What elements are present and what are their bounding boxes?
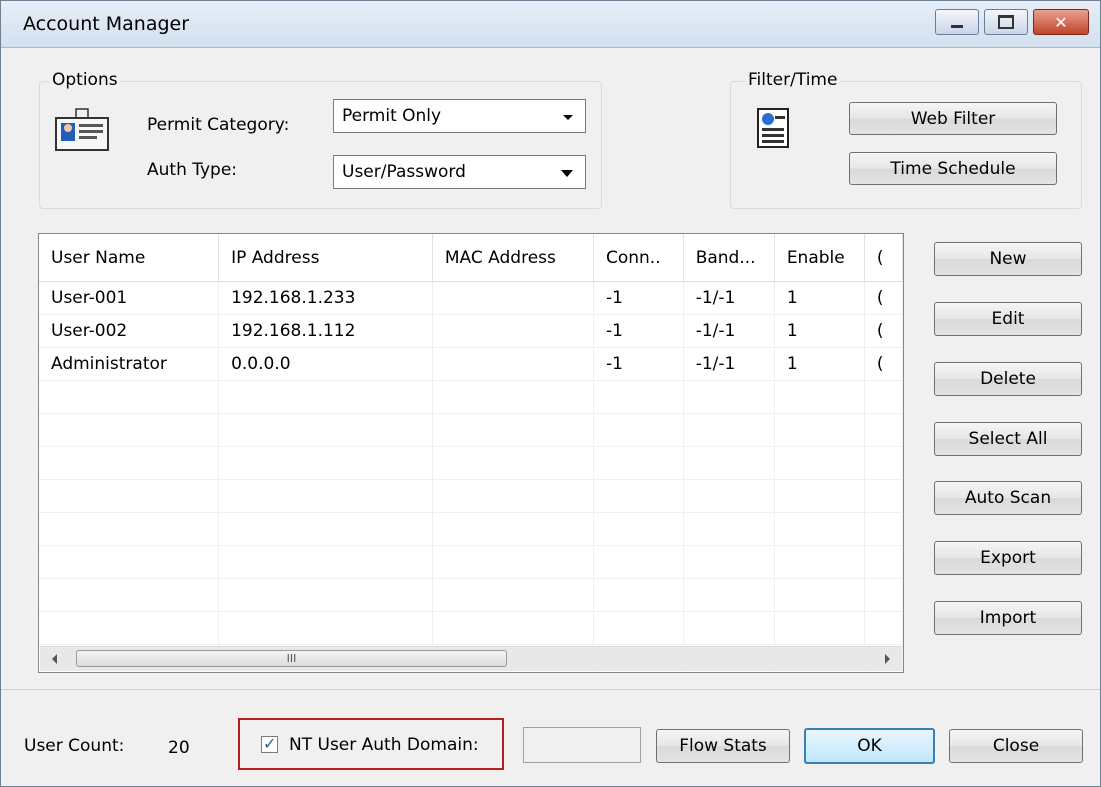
cell-enable: 1 [774,314,865,348]
nt-auth-checkbox[interactable]: ✓ [261,734,278,753]
table-row [39,578,903,612]
permit-category-label: Permit Category: [147,115,290,135]
chevron-down-icon [561,170,573,177]
id-badge-icon [55,108,109,151]
auto-scan-button[interactable]: Auto Scan [934,481,1082,515]
window-title: Account Manager [23,13,190,35]
user-table: User Name IP Address MAC Address Conn.. … [39,234,903,672]
title-bar[interactable]: Account Manager ✕ [1,1,1100,48]
cell-ip-address: 192.168.1.112 [218,314,433,348]
column-header-mac-address[interactable]: MAC Address [432,234,594,282]
table-row [39,413,903,447]
column-header-more[interactable]: ( [864,234,903,282]
column-header-ip-address[interactable]: IP Address [218,234,433,282]
column-header-user-name[interactable]: User Name [39,234,220,282]
user-count-value: 20 [168,738,190,758]
cell-mac-address [432,347,594,381]
table-row [39,611,903,645]
table-row [39,446,903,480]
cell-bandwidth: -1/-1 [683,314,775,348]
table-row[interactable]: Administrator 0.0.0.0 -1 -1/-1 1 ( [39,347,903,381]
checkmark-icon: ✓ [263,734,277,753]
close-icon: ✕ [1054,12,1068,32]
column-header-bandwidth[interactable]: Band... [683,234,775,282]
table-row[interactable]: User-002 192.168.1.112 -1 -1/-1 1 ( [39,314,903,348]
cell-connections: -1 [593,314,684,348]
cell-user-name: User-002 [39,314,220,348]
close-button[interactable]: Close [949,729,1083,763]
cell-ip-address: 0.0.0.0 [218,347,433,381]
web-document-icon [757,108,789,148]
table-row [39,479,903,513]
cell-more: ( [864,281,903,315]
import-button[interactable]: Import [934,601,1082,635]
cell-user-name: Administrator [39,347,220,381]
minimize-icon [936,10,978,34]
cell-more: ( [864,347,903,381]
web-filter-button[interactable]: Web Filter [849,102,1057,135]
nt-domain-input[interactable] [523,727,641,763]
nt-auth-label[interactable]: NT User Auth Domain: [289,735,479,755]
close-window-button[interactable]: ✕ [1033,9,1089,35]
ok-button[interactable]: OK [804,728,935,764]
scrollbar-thumb[interactable]: III [76,650,507,667]
cell-user-name: User-001 [39,281,220,315]
edit-button[interactable]: Edit [934,302,1082,336]
cell-bandwidth: -1/-1 [683,347,775,381]
cell-enable: 1 [774,347,865,381]
auth-type-select[interactable]: User/Password [333,155,586,189]
permit-category-value: Permit Only [342,106,442,126]
table-header-row: User Name IP Address MAC Address Conn.. … [39,234,903,282]
minimize-button[interactable] [935,9,979,35]
table-row [39,545,903,579]
scrollbar-grip: III [286,652,297,665]
footer-separator [1,689,1100,690]
horizontal-scrollbar[interactable]: III [40,646,902,671]
cell-ip-address: 192.168.1.233 [218,281,433,315]
export-button[interactable]: Export [934,541,1082,575]
user-list[interactable]: User Name IP Address MAC Address Conn.. … [38,233,904,673]
new-button[interactable]: New [934,242,1082,276]
user-count-label: User Count: [24,736,125,756]
account-manager-window: Account Manager ✕ Options Permit Categor… [0,0,1101,787]
chevron-down-icon [563,115,573,120]
permit-category-select[interactable]: Permit Only [333,99,586,133]
column-header-enable[interactable]: Enable [774,234,865,282]
table-row [39,380,903,414]
cell-more: ( [864,314,903,348]
cell-mac-address [432,281,594,315]
maximize-icon [985,10,1027,34]
column-header-connections[interactable]: Conn.. [593,234,684,282]
table-row[interactable]: User-001 192.168.1.233 -1 -1/-1 1 ( [39,281,903,315]
select-all-button[interactable]: Select All [934,422,1082,456]
scroll-right-icon[interactable] [885,654,890,664]
cell-connections: -1 [593,281,684,315]
cell-connections: -1 [593,347,684,381]
options-group-title: Options [49,70,121,90]
time-schedule-button[interactable]: Time Schedule [849,152,1057,185]
auth-type-label: Auth Type: [147,160,238,180]
flow-stats-button[interactable]: Flow Stats [656,729,790,763]
delete-button[interactable]: Delete [934,362,1082,396]
cell-mac-address [432,314,594,348]
auth-type-value: User/Password [342,162,466,182]
scroll-left-icon[interactable] [52,654,57,664]
cell-enable: 1 [774,281,865,315]
cell-bandwidth: -1/-1 [683,281,775,315]
maximize-button[interactable] [984,9,1028,35]
filter-time-group-title: Filter/Time [745,70,841,90]
table-row [39,512,903,546]
